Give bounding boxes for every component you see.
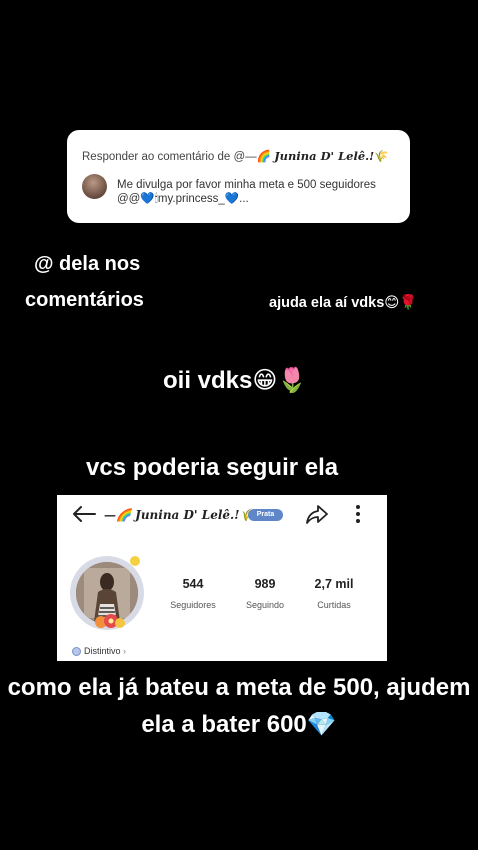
- back-arrow-icon[interactable]: [71, 503, 97, 525]
- caption-dela: @ dela nos: [34, 253, 141, 275]
- reply-comment-card: Responder ao comentário de @—🌈 Junina D'…: [67, 130, 410, 223]
- profile-name: —🌈 Junina D' Lelê.!🌾: [104, 508, 254, 522]
- rainbow-emoji: 🌈: [256, 151, 272, 163]
- caption-ajuda: ajuda ela aí vdks😊🌹: [269, 295, 418, 311]
- stat-following[interactable]: 989 Seguindo: [235, 577, 295, 610]
- stat-followers[interactable]: 544 Seguidores: [163, 577, 223, 610]
- profile-avatar[interactable]: [70, 556, 144, 630]
- chevron-right-icon: ›: [123, 646, 127, 656]
- caption-vcs: vcs poderia seguir ela: [86, 454, 339, 481]
- comment-text: Me divulga por favor minha meta e 500 se…: [117, 178, 397, 206]
- followers-label: Seguidores: [170, 600, 216, 610]
- reply-prefix: Responder ao comentário de @—: [82, 151, 257, 163]
- commenter-avatar: [82, 174, 107, 199]
- distintivo-label: Distintivo: [84, 646, 121, 656]
- name-prefix: —🌈: [104, 508, 131, 522]
- comment-line-1: Me divulga por favor minha meta e 500 se…: [117, 179, 376, 191]
- profile-username: Junina D' Lelê.!: [135, 508, 240, 522]
- following-label: Seguindo: [245, 600, 285, 610]
- stat-likes[interactable]: 2,7 mil Curtidas: [304, 577, 364, 610]
- distintivo-link[interactable]: Distintivo ›: [72, 646, 127, 657]
- likes-label: Curtidas: [317, 600, 351, 610]
- reply-title: Responder ao comentário de @—🌈 Junina D'…: [82, 149, 389, 163]
- caption-comentarios: comentários: [25, 289, 144, 311]
- following-count: 989: [254, 577, 276, 591]
- badge-icon: [72, 647, 81, 657]
- sun-decoration-icon: [130, 556, 140, 566]
- more-vertical-icon[interactable]: [353, 503, 363, 525]
- reply-username: Junina D' Lelê.!: [274, 149, 375, 163]
- comment-line-2: @@💙🕯my.princess_💙...: [117, 193, 249, 205]
- prata-badge[interactable]: Prata: [248, 509, 283, 521]
- caption-como: como ela já bateu a meta de 500, ajudem …: [7, 674, 471, 738]
- followers-count: 544: [182, 577, 204, 591]
- likes-count: 2,7 mil: [314, 577, 354, 591]
- profile-screenshot: —🌈 Junina D' Lelê.!🌾 Prata 544 Seguidore…: [57, 495, 387, 661]
- flower-decoration-icon: [95, 614, 125, 628]
- caption-oii: oii vdks😁🌷: [163, 367, 308, 394]
- wheat-emoji: 🌾: [374, 151, 389, 163]
- share-icon[interactable]: [305, 503, 329, 525]
